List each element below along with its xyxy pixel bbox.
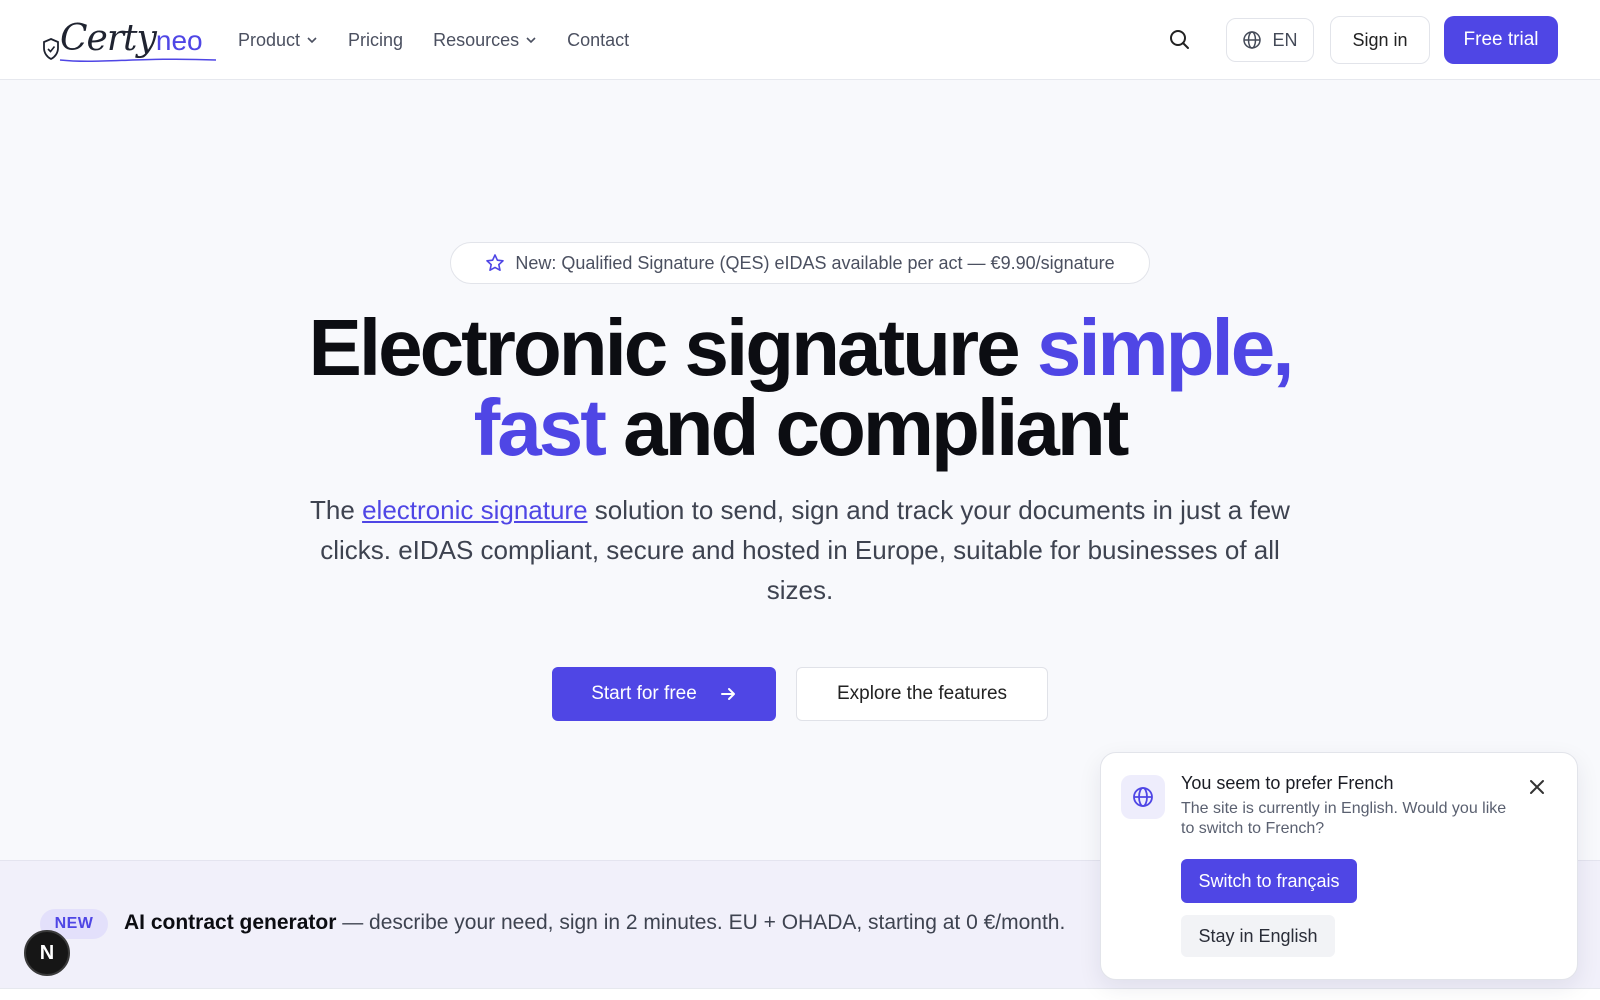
nav-item-label: Contact — [567, 30, 630, 50]
chevron-down-icon — [307, 37, 317, 44]
language-switcher[interactable]: EN — [1226, 18, 1314, 62]
logo-swoosh — [59, 58, 217, 63]
banner-title: AI contract generator — [124, 911, 337, 934]
nextjs-dev-badge[interactable]: N — [24, 930, 70, 976]
nav-item-product[interactable]: Product — [238, 26, 318, 54]
star-icon — [486, 254, 505, 271]
switch-to-french-button[interactable]: Switch to français — [1181, 859, 1357, 903]
stay-in-english-button[interactable]: Stay in English — [1181, 915, 1335, 957]
sign-in-button[interactable]: Sign in — [1330, 16, 1430, 64]
headline-part1: Electronic signature — [308, 303, 1037, 392]
logo-wordmark: Certyneo — [60, 18, 203, 59]
nav-item-resources[interactable]: Resources — [433, 26, 537, 54]
headline-accent1: simple, — [1036, 303, 1295, 392]
globe-icon — [1121, 775, 1165, 819]
search-icon[interactable] — [1166, 26, 1194, 54]
nav-item-contact[interactable]: Contact — [567, 26, 629, 54]
language-code: EN — [1272, 29, 1298, 50]
logo-text-accent: neo — [155, 25, 203, 56]
announcement-pill[interactable]: New: Qualified Signature (QES) eIDAS ava… — [450, 242, 1150, 284]
hero-headline: Electronic signature simple, fast and co… — [0, 308, 1600, 468]
nav-item-label: Resources — [433, 30, 520, 50]
electronic-signature-link[interactable]: electronic signature — [362, 495, 587, 525]
start-button-label: Start for free — [591, 683, 697, 704]
free-trial-button[interactable]: Free trial — [1444, 16, 1558, 64]
start-for-free-button[interactable]: Start for free — [552, 667, 776, 721]
popup-title: You seem to prefer French — [1181, 773, 1394, 793]
globe-icon — [1243, 31, 1262, 49]
nav-item-pricing[interactable]: Pricing — [348, 26, 403, 54]
close-icon[interactable] — [1525, 775, 1549, 799]
logo-text-main: Certy — [60, 18, 157, 59]
site-header: Certyneo Product Pricing Resources Conta… — [0, 0, 1600, 80]
explore-features-button[interactable]: Explore the features — [796, 667, 1048, 721]
subtext-before: The — [310, 495, 363, 525]
main-nav: Product Pricing Resources Contact — [238, 26, 629, 54]
popup-message: The site is currently in English. Would … — [1181, 800, 1507, 837]
hero-subtext: The electronic signature solution to sen… — [310, 490, 1290, 610]
announcement-text: New: Qualified Signature (QES) eIDAS ava… — [515, 252, 1115, 273]
nav-item-label: Pricing — [348, 30, 404, 50]
chevron-down-icon — [526, 37, 536, 44]
banner-description: — describe your need, sign in 2 minutes.… — [336, 911, 1066, 934]
language-suggestion-popup: You seem to prefer French The site is cu… — [1100, 752, 1578, 980]
divider — [0, 988, 1600, 1000]
headline-accent2: fast — [473, 383, 607, 472]
banner-text: AI contract generator — describe your ne… — [124, 911, 1065, 935]
certyneo-logo[interactable]: Certyneo — [40, 12, 217, 68]
headline-part2: and compliant — [603, 383, 1129, 472]
nav-item-label: Product — [238, 30, 301, 50]
arrow-right-icon — [720, 688, 735, 700]
hero-section: New: Qualified Signature (QES) eIDAS ava… — [0, 80, 1600, 860]
